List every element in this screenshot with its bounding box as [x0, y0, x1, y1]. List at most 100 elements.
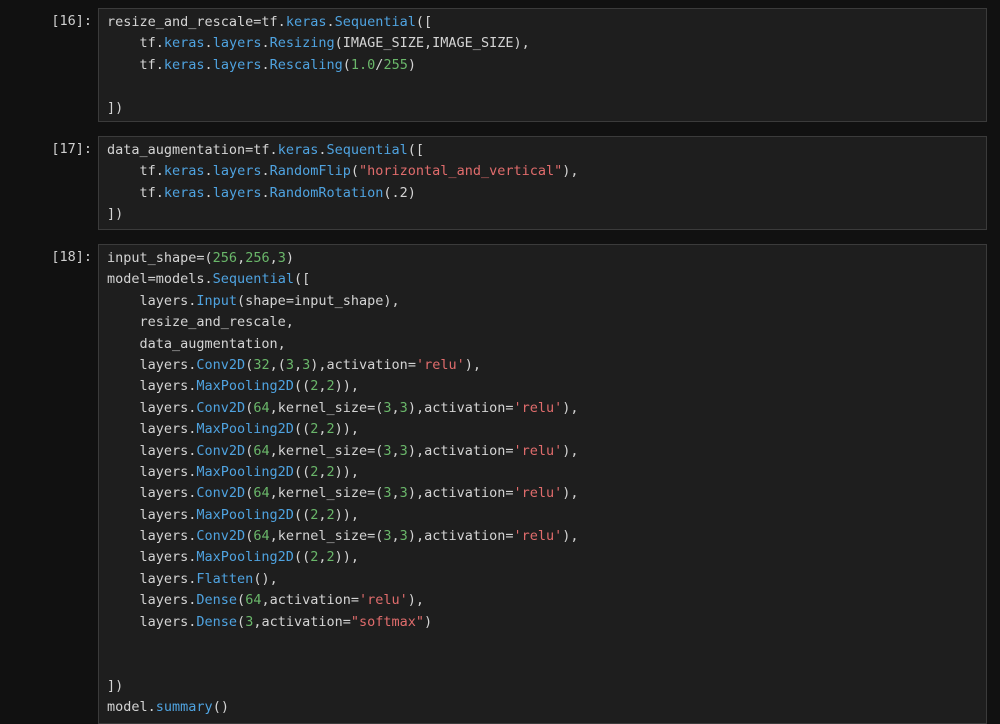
code-token: 64: [253, 528, 270, 545]
code-token: layers.: [107, 549, 197, 566]
code-token: 64: [245, 592, 262, 609]
code-token: ),activation=: [407, 485, 514, 502]
code-token: keras: [285, 14, 327, 30]
code-token: 'relu': [513, 399, 563, 416]
code-token: ),: [407, 592, 425, 609]
code-token: 2: [326, 463, 335, 480]
code-token: )),: [334, 421, 360, 438]
code-token: ),: [464, 356, 481, 373]
code-line: tf.keras.layers.RandomRotation(.2): [107, 183, 986, 204]
code-line: model.summary(): [107, 697, 986, 718]
code-token: ,: [318, 378, 327, 395]
code-token: 2: [326, 506, 335, 523]
code-token: Sequential: [326, 142, 408, 158]
code-token: )),: [334, 378, 360, 395]
code-token: ,: [318, 421, 327, 438]
code-token: .: [261, 184, 270, 201]
code-token: 256: [245, 250, 270, 266]
notebook: [16]: resize_and_rescale=tf.keras.Sequen…: [0, 0, 1000, 724]
code-token: ]): [107, 206, 124, 223]
code-token: ((: [293, 506, 311, 523]
code-token: 64: [253, 485, 270, 502]
code-token: Rescaling: [269, 56, 343, 73]
code-token: ,kernel_size=(: [269, 442, 384, 459]
code-token: layers.: [107, 613, 197, 630]
code-token: layers: [212, 56, 262, 73]
code-line: layers.Conv2D(64,kernel_size=(3,3),activ…: [107, 441, 986, 462]
code-line: layers.MaxPooling2D((2,2)),: [107, 547, 986, 568]
cell-prompt: [18]:: [51, 249, 92, 265]
code-token: (IMAGE_SIZE,IMAGE_SIZE),: [334, 35, 530, 52]
code-token: layers.: [107, 356, 197, 373]
code-token: MaxPooling2D: [196, 549, 294, 566]
code-token: keras: [163, 56, 205, 73]
code-token: Conv2D: [196, 528, 246, 545]
code-line: input_shape=(256,256,3): [107, 248, 986, 269]
code-line: layers.Conv2D(64,kernel_size=(3,3),activ…: [107, 526, 986, 547]
code-token: ,: [318, 549, 327, 566]
code-token: layers.: [107, 592, 197, 609]
code-token: 3: [399, 399, 408, 416]
code-token: MaxPooling2D: [196, 506, 294, 523]
code-token: layers.: [107, 506, 197, 523]
code-token: .: [204, 184, 213, 201]
code-line: layers.Dense(64,activation='relu'),: [107, 590, 986, 611]
code-editor[interactable]: resize_and_rescale=tf.keras.Sequential([…: [98, 8, 987, 122]
code-line: data_augmentation,: [107, 334, 986, 355]
cell-prompt: [17]:: [51, 141, 92, 157]
code-token: 'relu': [513, 485, 563, 502]
code-token: tf.: [107, 35, 164, 52]
code-token: ,activation=: [261, 592, 359, 609]
code-token: ),: [562, 528, 579, 545]
code-token: ),activation=: [407, 528, 514, 545]
code-token: 1.0: [350, 56, 376, 73]
code-token: .: [261, 35, 270, 52]
code-line: layers.Flatten(),: [107, 569, 986, 590]
code-token: ((: [293, 549, 311, 566]
code-line: tf.keras.layers.RandomFlip("horizontal_a…: [107, 161, 986, 182]
code-editor[interactable]: data_augmentation=tf.keras.Sequential([ …: [98, 136, 987, 230]
code-token: 255: [383, 56, 408, 73]
code-line: layers.Input(shape=input_shape),: [107, 291, 986, 312]
code-token: ,: [391, 442, 400, 459]
code-line: layers.Conv2D(32,(3,3),activation='relu'…: [107, 355, 986, 376]
code-token: model=models.: [107, 271, 213, 288]
code-token: .: [204, 163, 213, 180]
code-token: .: [326, 14, 335, 30]
code-token: ((: [293, 463, 311, 480]
code-token: ,: [391, 485, 400, 502]
code-line: layers.MaxPooling2D((2,2)),: [107, 419, 986, 440]
code-token: ),: [562, 442, 579, 459]
code-token: Conv2D: [196, 485, 246, 502]
code-token: 32: [253, 356, 270, 373]
code-token: ]): [107, 99, 124, 116]
code-token: ([: [415, 14, 433, 30]
code-token: 3: [399, 528, 408, 545]
code-token: ,: [269, 250, 278, 266]
code-token: ,kernel_size=(: [269, 528, 384, 545]
code-token: layers.: [107, 442, 197, 459]
code-token: ,: [391, 528, 400, 545]
code-token: )),: [334, 549, 360, 566]
code-token: MaxPooling2D: [196, 378, 294, 395]
code-token: input_shape=(: [107, 250, 213, 266]
code-token: (: [237, 613, 246, 630]
code-token: (shape=input_shape),: [237, 292, 400, 309]
code-token: ,kernel_size=(: [269, 485, 384, 502]
code-token: ,(: [269, 356, 286, 373]
code-token: )),: [334, 463, 360, 480]
code-token: ),: [562, 163, 579, 180]
code-token: ((: [293, 421, 311, 438]
code-token: 3: [383, 399, 392, 416]
code-line: layers.Dense(3,activation="softmax"): [107, 612, 986, 633]
code-token: data_augmentation,: [107, 335, 286, 352]
code-token: (: [350, 163, 360, 180]
code-token: layers: [212, 184, 262, 201]
code-editor[interactable]: input_shape=(256,256,3) model=models.Sequ…: [98, 244, 987, 724]
code-token: ): [285, 250, 295, 266]
code-token: model.: [107, 699, 156, 716]
code-token: 3: [285, 356, 294, 373]
code-token: Conv2D: [196, 399, 246, 416]
code-token: ,: [391, 399, 400, 416]
code-token: 64: [253, 442, 270, 459]
